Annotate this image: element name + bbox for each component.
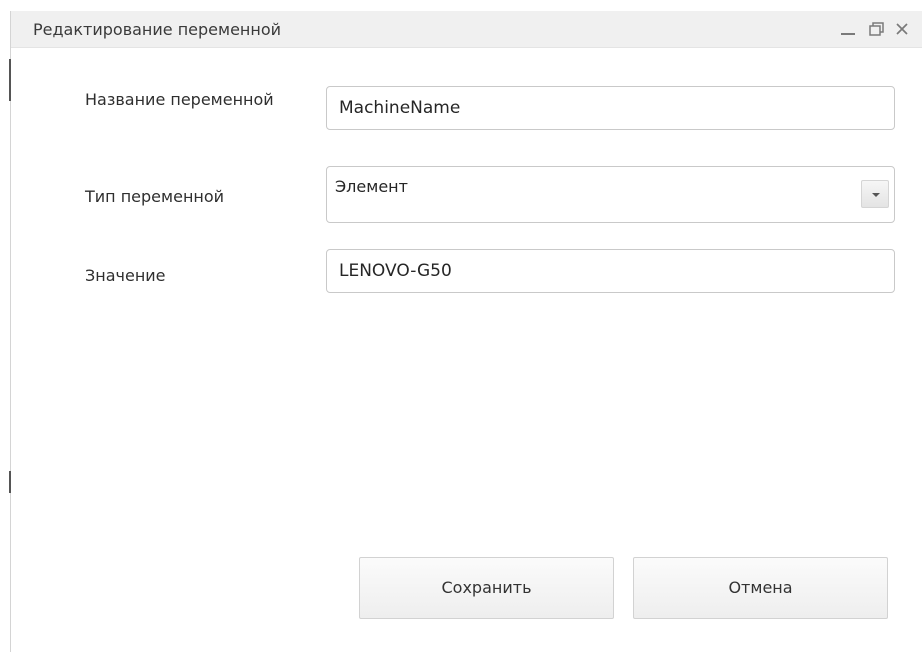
variable-type-selected-value: Элемент [335,177,408,196]
variable-type-label: Тип переменной [85,187,225,206]
cancel-button[interactable]: Отмена [633,557,888,619]
left-edge-divider-top [9,59,11,101]
edit-variable-dialog: Редактирование переменной Название перем… [9,11,922,652]
save-button[interactable]: Сохранить [359,557,614,619]
dialog-title: Редактирование переменной [33,20,282,39]
window-controls [831,11,922,48]
close-icon[interactable] [893,20,913,40]
variable-value-input[interactable] [326,249,895,293]
left-edge-divider-bottom [9,471,11,493]
variable-value-label: Значение [85,266,166,285]
chevron-down-icon[interactable] [861,180,889,208]
restore-icon[interactable] [867,20,887,40]
variable-type-select[interactable]: Элемент [326,166,895,223]
variable-name-label: Название переменной [85,90,274,109]
variable-name-input[interactable] [326,86,895,130]
minimize-icon[interactable] [839,20,859,40]
dialog-titlebar[interactable]: Редактирование переменной [11,11,922,48]
